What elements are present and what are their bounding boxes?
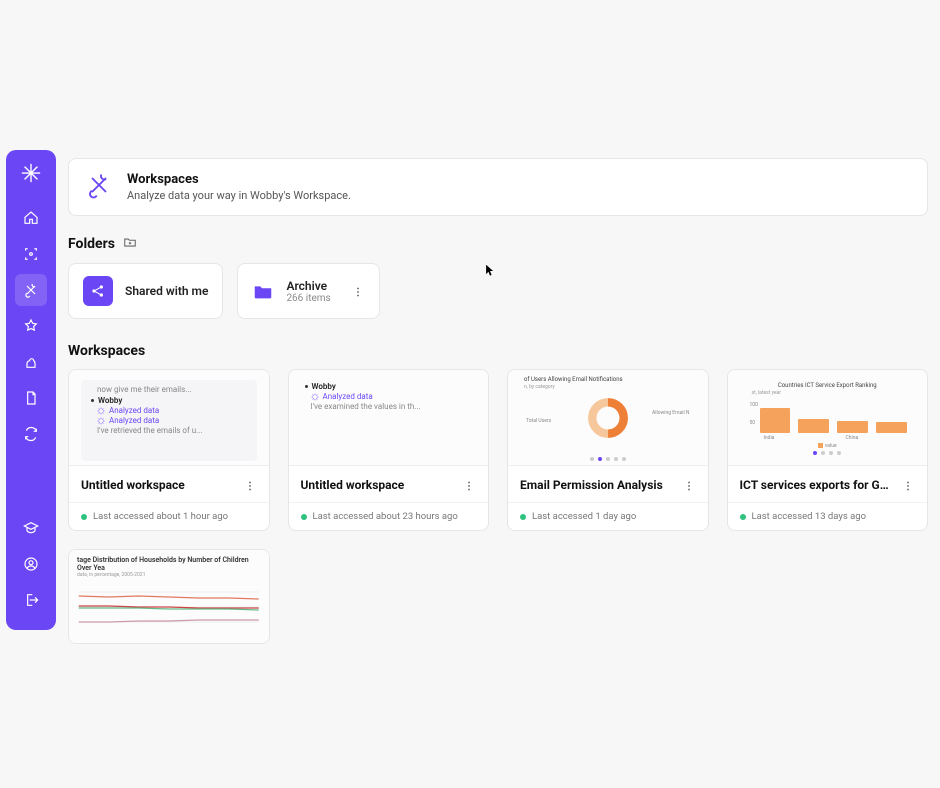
workspace-footer: Last accessed 13 days ago bbox=[728, 502, 928, 530]
status-dot-icon bbox=[520, 514, 526, 520]
nav-scan[interactable] bbox=[15, 238, 47, 270]
workspace-card[interactable]: now give me their emails... Wobby Analyz… bbox=[68, 369, 270, 531]
header-card: Workspaces Analyze data your way in Wobb… bbox=[68, 158, 928, 216]
nav-profile[interactable] bbox=[15, 548, 47, 580]
workspace-preview: now give me their emails... Wobby Analyz… bbox=[69, 370, 269, 465]
chart-title: tage Distribution of Households by Numbe… bbox=[77, 556, 261, 572]
page-subtitle: Analyze data your way in Wobby's Workspa… bbox=[127, 189, 351, 202]
workspace-card[interactable]: Wobby Analyzed data I've examined the va… bbox=[288, 369, 490, 531]
last-accessed: Last accessed about 23 hours ago bbox=[313, 511, 458, 522]
chat-line: now give me their emails... bbox=[97, 385, 251, 394]
pager-dots bbox=[508, 457, 708, 461]
sidebar bbox=[6, 150, 56, 630]
chart-subtitle: data, in percentage, 2005-2021 bbox=[77, 572, 261, 578]
folders-heading: Folders bbox=[68, 236, 115, 252]
folder-shared[interactable]: Shared with me bbox=[68, 263, 223, 319]
nav-home[interactable] bbox=[15, 202, 47, 234]
workspace-title: Email Permission Analysis bbox=[520, 478, 663, 492]
chat-line: I've examined the values in th... bbox=[311, 402, 477, 411]
workspace-footer: Last accessed 1 day ago bbox=[508, 502, 708, 530]
status-dot-icon bbox=[740, 514, 746, 520]
y-tick: 50 bbox=[750, 420, 756, 426]
folder-archive[interactable]: Archive 266 items bbox=[237, 263, 379, 319]
share-icon bbox=[83, 276, 113, 306]
chat-author: Wobby bbox=[91, 396, 251, 405]
workspace-preview: Wobby Analyzed data I've examined the va… bbox=[289, 370, 489, 465]
chart-subtitle: st, latest year bbox=[752, 390, 782, 396]
chat-line: I've retrieved the emails of u... bbox=[97, 426, 251, 435]
workspace-more-button[interactable] bbox=[682, 478, 696, 492]
workspace-more-button[interactable] bbox=[901, 478, 915, 492]
workspace-card[interactable]: of Users Allowing Email Notifications n,… bbox=[507, 369, 709, 531]
workspace-title: Untitled workspace bbox=[301, 478, 405, 492]
folder-name: Shared with me bbox=[125, 284, 208, 298]
workspace-footer: Last accessed about 23 hours ago bbox=[289, 502, 489, 530]
donut-chart-icon bbox=[586, 396, 630, 440]
nav-tools[interactable] bbox=[15, 274, 47, 306]
last-accessed: Last accessed 1 day ago bbox=[532, 511, 636, 522]
pager-dots bbox=[736, 451, 920, 455]
tools-icon bbox=[85, 171, 113, 203]
workspace-card[interactable]: Countries ICT Service Export Ranking st,… bbox=[727, 369, 929, 531]
folder-more-button[interactable] bbox=[351, 284, 365, 298]
nav-graduation[interactable] bbox=[15, 512, 47, 544]
x-label: India bbox=[764, 435, 775, 441]
folder-name: Archive bbox=[286, 279, 330, 293]
logo-icon bbox=[20, 162, 42, 184]
nav-star[interactable] bbox=[15, 310, 47, 342]
workspaces-heading: Workspaces bbox=[68, 343, 145, 359]
workspace-more-button[interactable] bbox=[243, 478, 257, 492]
workspace-preview: of Users Allowing Email Notifications n,… bbox=[508, 370, 708, 465]
add-folder-icon[interactable] bbox=[123, 234, 137, 253]
chart-label: Allowing Email N bbox=[652, 410, 690, 416]
nav-logout[interactable] bbox=[15, 584, 47, 616]
analyzed-data-link: Analyzed data bbox=[97, 416, 251, 425]
chart-label: Total Users bbox=[526, 418, 551, 424]
nav-chef[interactable] bbox=[15, 346, 47, 378]
nav-document[interactable] bbox=[15, 382, 47, 414]
nav-sync[interactable] bbox=[15, 418, 47, 450]
main-content: Workspaces Analyze data your way in Wobb… bbox=[56, 140, 940, 788]
status-dot-icon bbox=[301, 514, 307, 520]
y-tick: 100 bbox=[750, 402, 758, 408]
last-accessed: Last accessed about 1 hour ago bbox=[93, 511, 228, 522]
analyzed-data-link: Analyzed data bbox=[311, 392, 477, 401]
last-accessed: Last accessed 13 days ago bbox=[752, 511, 867, 522]
chart-title: Countries ICT Service Export Ranking bbox=[752, 382, 904, 389]
folder-count: 266 items bbox=[286, 293, 330, 304]
line-chart-icon bbox=[77, 582, 261, 632]
workspace-title: ICT services exports for G20 co... bbox=[740, 478, 890, 492]
workspace-footer: Last accessed about 1 hour ago bbox=[69, 502, 269, 530]
status-dot-icon bbox=[81, 514, 87, 520]
workspace-preview: tage Distribution of Households by Numbe… bbox=[69, 550, 269, 643]
folder-icon bbox=[252, 280, 274, 302]
x-label: China bbox=[846, 435, 859, 441]
workspace-preview: Countries ICT Service Export Ranking st,… bbox=[728, 370, 928, 465]
bar-chart-icon bbox=[760, 402, 908, 433]
chat-author: Wobby bbox=[305, 382, 477, 391]
workspace-card[interactable]: tage Distribution of Households by Numbe… bbox=[68, 549, 270, 644]
page-title: Workspaces bbox=[127, 172, 351, 187]
workspace-title: Untitled workspace bbox=[81, 478, 185, 492]
analyzed-data-link: Analyzed data bbox=[97, 406, 251, 415]
chart-legend: value bbox=[736, 443, 920, 449]
workspace-more-button[interactable] bbox=[462, 478, 476, 492]
cursor-icon bbox=[485, 264, 495, 278]
